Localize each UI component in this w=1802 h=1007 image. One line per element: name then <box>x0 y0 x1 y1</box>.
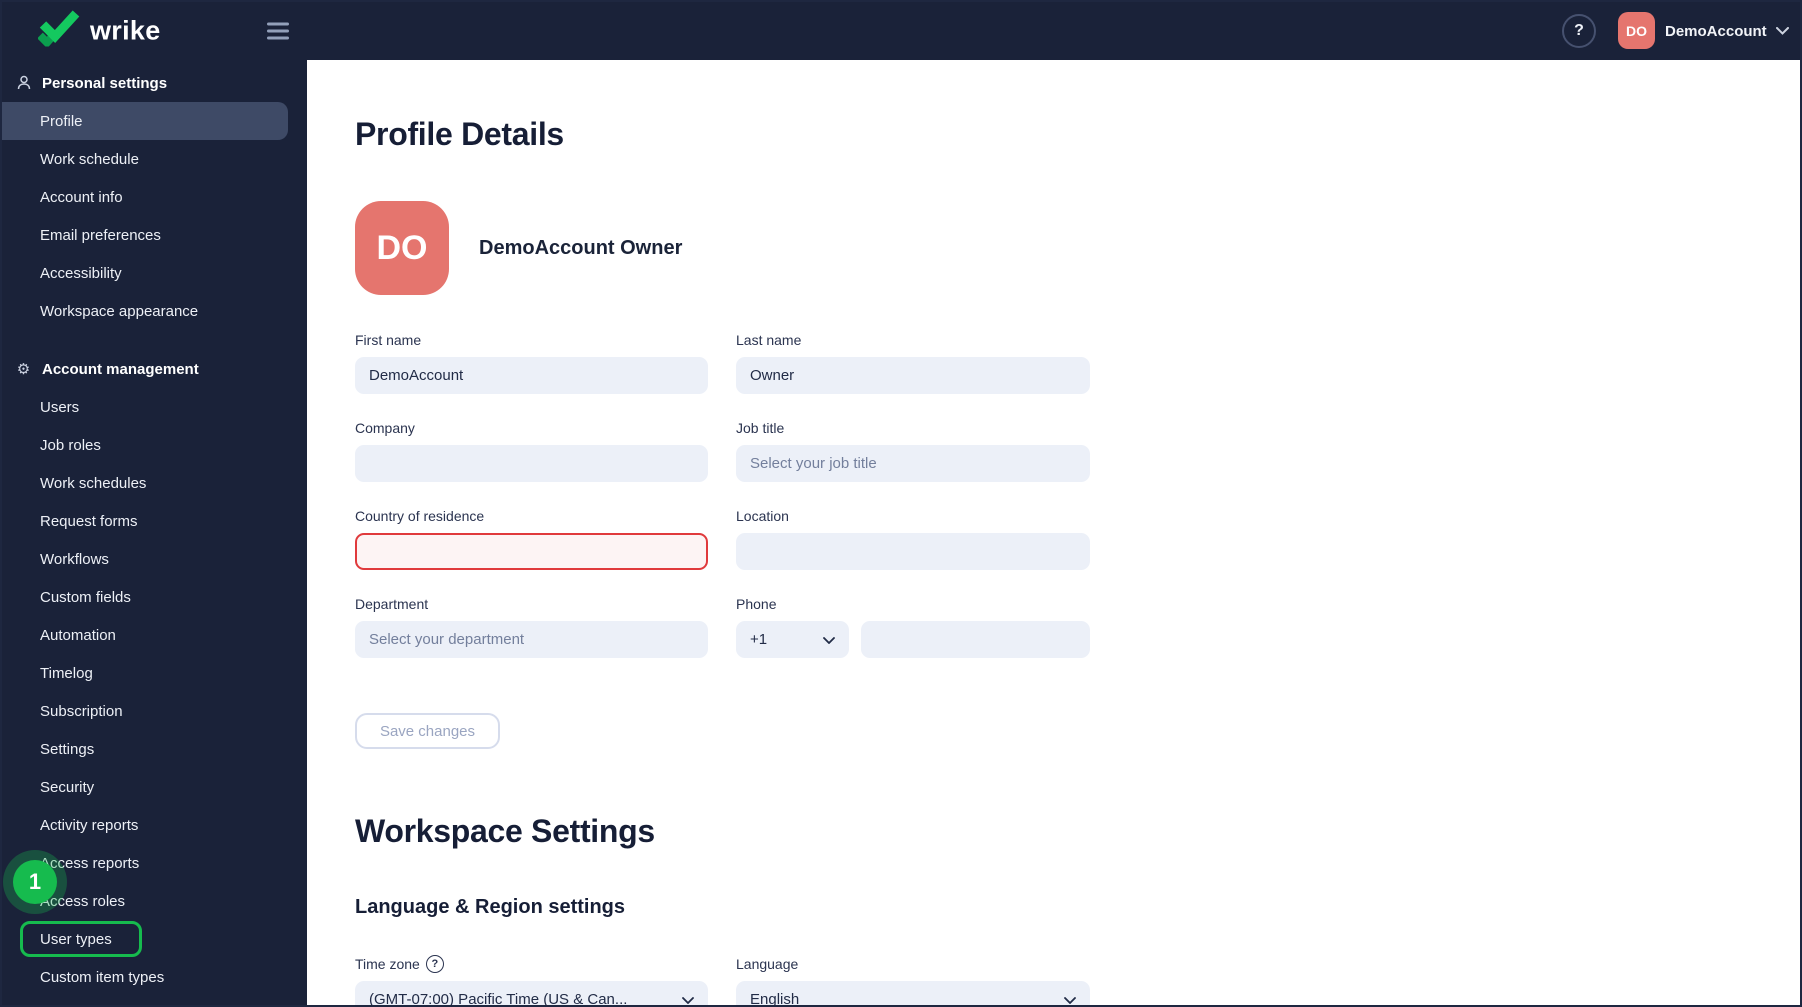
sidebar-item-users[interactable]: Users <box>2 388 307 426</box>
main-content: Profile Details DO DemoAccount Owner Fir… <box>307 60 1800 1005</box>
gear-icon: ⚙ <box>16 361 31 378</box>
profile-avatar[interactable]: DO <box>355 201 449 295</box>
sidebar-item-work-schedules[interactable]: Work schedules <box>2 464 307 502</box>
language-label: Language <box>736 956 799 972</box>
time-zone-help-icon[interactable]: ? <box>425 955 444 973</box>
phone-label: Phone <box>736 596 777 612</box>
section-personal-settings: Personal settings <box>2 64 307 102</box>
chevron-down-icon <box>1775 22 1789 40</box>
settings-sidebar: Personal settings Profile Work schedule … <box>2 60 307 1005</box>
workspace-settings-title: Workspace Settings <box>355 813 655 849</box>
time-zone-label: Time zone ? <box>355 955 708 973</box>
chevron-down-icon <box>823 631 835 648</box>
sidebar-item-job-roles[interactable]: Job roles <box>2 426 307 464</box>
person-icon <box>15 75 32 91</box>
save-changes-button[interactable]: Save changes <box>355 713 500 749</box>
sidebar-item-settings[interactable]: Settings <box>2 730 307 768</box>
department-label: Department <box>355 596 429 612</box>
sidebar-item-security[interactable]: Security <box>2 768 307 806</box>
section-account-management: ⚙ Account management <box>16 360 199 379</box>
job-title-field[interactable]: Select your job title <box>736 445 1090 482</box>
brand-text: wrike <box>90 15 161 46</box>
sidebar-item-custom-fields[interactable]: Custom fields <box>2 578 307 616</box>
last-name-field[interactable]: Owner <box>736 357 1090 394</box>
annotation-step-badge: 1 <box>13 860 57 904</box>
sidebar-item-custom-item-types[interactable]: Custom item types <box>2 958 307 996</box>
language-region-title: Language & Region settings <box>355 896 626 918</box>
page-title: Profile Details <box>355 116 564 152</box>
account-name: DemoAccount <box>1665 22 1767 40</box>
company-field[interactable] <box>355 445 708 482</box>
app-window: wrike ? DO DemoAccount Personal settings <box>0 0 1802 1007</box>
profile-header: DO DemoAccount Owner <box>355 201 1800 295</box>
avatar[interactable]: DO <box>1618 12 1655 49</box>
sidebar-item-automation[interactable]: Automation <box>2 616 307 654</box>
chevron-down-icon <box>1064 991 1076 1005</box>
location-field[interactable] <box>736 533 1090 570</box>
phone-country-code-select[interactable]: +1 <box>736 621 849 658</box>
top-bar: wrike ? DO DemoAccount <box>2 2 1800 60</box>
country-label: Country of residence <box>355 508 485 524</box>
sidebar-item-accessibility[interactable]: Accessibility <box>2 254 307 292</box>
phone-number-field[interactable] <box>861 621 1090 658</box>
sidebar-item-subscription[interactable]: Subscription <box>2 692 307 730</box>
sidebar-item-user-types[interactable]: User types <box>2 920 307 958</box>
sidebar-item-workspace-appearance[interactable]: Workspace appearance <box>2 292 307 330</box>
profile-form: First name DemoAccount Last name Owner C… <box>355 331 1090 749</box>
sidebar-item-work-schedule[interactable]: Work schedule <box>2 140 307 178</box>
sidebar-item-activity-reports[interactable]: Activity reports <box>2 806 307 844</box>
sidebar-item-profile[interactable]: Profile <box>2 102 288 140</box>
job-title-label: Job title <box>736 420 785 436</box>
wrike-checkmark-icon <box>37 10 80 52</box>
question-mark-icon: ? <box>1574 22 1584 39</box>
country-field[interactable] <box>355 533 708 570</box>
help-button[interactable]: ? <box>1562 14 1596 48</box>
sidebar-item-request-forms[interactable]: Request forms <box>2 502 307 540</box>
account-menu[interactable]: DemoAccount <box>1665 22 1789 40</box>
profile-full-name: DemoAccount Owner <box>479 236 683 259</box>
first-name-field[interactable]: DemoAccount <box>355 357 708 394</box>
company-label: Company <box>355 420 415 436</box>
department-select[interactable]: Select your department <box>355 621 708 658</box>
location-label: Location <box>736 508 789 524</box>
first-name-label: First name <box>355 332 422 348</box>
time-zone-select[interactable]: (GMT-07:00) Pacific Time (US & Can... <box>355 981 708 1005</box>
sidebar-item-account-info[interactable]: Account info <box>2 178 307 216</box>
sidebar-item-workflows[interactable]: Workflows <box>2 540 307 578</box>
wrike-logo[interactable]: wrike <box>37 10 161 52</box>
last-name-label: Last name <box>736 332 802 348</box>
sidebar-item-email-preferences[interactable]: Email preferences <box>2 216 307 254</box>
hamburger-menu-icon[interactable] <box>267 22 289 40</box>
sidebar-item-timelog[interactable]: Timelog <box>2 654 307 692</box>
chevron-down-icon <box>682 991 694 1005</box>
language-select[interactable]: English <box>736 981 1090 1005</box>
